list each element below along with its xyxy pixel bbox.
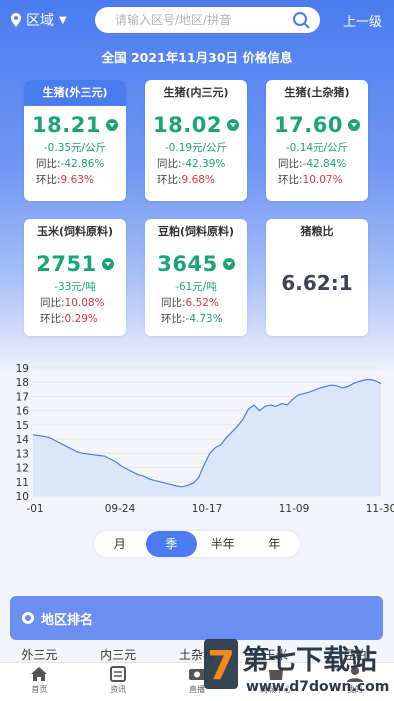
y-tick-label: 13: [16, 448, 29, 460]
search-box[interactable]: [95, 7, 320, 33]
card-change: -0.14元/公斤: [285, 142, 349, 154]
ranking-icon: [22, 612, 34, 624]
period-tabs: 月 季 半年 年: [94, 531, 300, 557]
tab-quarter[interactable]: 季: [145, 531, 197, 557]
card-mom: 环比:-4.73%: [161, 313, 223, 325]
card-mom: 环比:9.63%: [36, 174, 94, 186]
search-icon[interactable]: [292, 11, 310, 29]
card-mom: 环比:0.29%: [40, 313, 98, 325]
y-tick-label: 16: [16, 406, 30, 418]
y-tick-label: 11: [16, 477, 29, 489]
x-tick-label: 11-09: [279, 503, 310, 515]
page-title: 全国 2021年11月30日 价格信息: [101, 50, 293, 65]
watermark-badge: 7: [207, 643, 235, 689]
tab-month[interactable]: 月: [94, 531, 146, 557]
card-yoy: 同比:-42.86%: [36, 158, 105, 170]
x-tick-label: 09-24: [105, 503, 136, 515]
price-trend-chart: 10 11 12 13 14 15 16 17 18 19 -01 09-24 10-17 11-09 1…: [16, 363, 394, 515]
chart-y-axis: 10 11 12 13 14 15 16 17 18 19: [16, 363, 30, 503]
y-tick-label: 10: [16, 491, 29, 503]
card-title: 生猪(外三元): [24, 80, 126, 106]
price-card-pig-inner[interactable]: 生猪(内三元) 18.02 -0.19元/公斤 同比:-42.39% 环比:9.…: [145, 80, 247, 201]
home-icon: [31, 667, 48, 681]
card-change: -33元/吨: [54, 281, 96, 293]
card-change: -0.19元/公斤: [164, 142, 228, 154]
card-title: 豆粕(饲料原料): [157, 225, 235, 238]
pig-grain-ratio-value: 6.62:1: [281, 271, 353, 295]
y-tick-label: 17: [16, 391, 29, 403]
back-up-level-button[interactable]: 上一级: [343, 11, 382, 30]
tab-year[interactable]: 年: [249, 531, 301, 557]
card-price: 3645: [157, 252, 218, 276]
x-tick-label: -01: [26, 503, 43, 515]
news-icon: [110, 666, 127, 682]
card-mom: 环比:9.68%: [157, 174, 215, 186]
down-arrow-icon: [105, 119, 118, 131]
column-header[interactable]: 外三元: [0, 646, 78, 663]
price-card-pig-outer[interactable]: 生猪(外三元) 18.21 -0.35元/公斤 同比:-42.86% 环比:9.…: [24, 80, 126, 201]
x-tick-label: 10-17: [192, 503, 223, 515]
nav-label: 首页: [31, 685, 48, 694]
down-arrow-icon: [222, 258, 235, 270]
price-card-corn[interactable]: 玉米(饲料原料) 2751 -33元/吨 同比:10.08% 环比:0.29%: [24, 219, 126, 336]
nav-home[interactable]: 首页: [0, 663, 79, 701]
price-card-pig-local[interactable]: 生猪(土杂猪) 17.60 -0.14元/公斤 同比:-42.84% 环比:10…: [266, 80, 368, 201]
card-change: -61元/吨: [175, 281, 217, 293]
price-card-soymeal[interactable]: 豆粕(饲料原料) 3645 -61元/吨 同比:6.52% 环比:-4.73%: [145, 219, 247, 336]
y-tick-label: 12: [16, 463, 29, 475]
card-price: 2751: [36, 252, 97, 276]
chart-x-axis: -01 09-24 10-17 11-09 11-30: [26, 503, 394, 515]
ranking-title: 地区排名: [41, 612, 94, 628]
column-header[interactable]: 内三元: [79, 646, 157, 663]
y-tick-label: 14: [16, 434, 30, 446]
card-title: 生猪(土杂猪): [284, 86, 350, 99]
card-title: 生猪(内三元): [163, 86, 229, 99]
search-input[interactable]: [113, 12, 292, 28]
card-title: 玉米(饲料原料): [36, 225, 114, 238]
watermark-url: www.d7down.com: [246, 679, 389, 695]
nav-news[interactable]: 资讯: [79, 663, 158, 701]
x-tick-label: 11-30: [366, 503, 394, 515]
site-watermark: 7 第七下载站 www.d7down.com: [204, 639, 389, 695]
watermark-text: 第七下载站: [242, 644, 377, 676]
tab-half-year[interactable]: 半年: [197, 531, 249, 557]
card-change: -0.35元/公斤: [43, 142, 107, 154]
down-arrow-icon: [101, 258, 114, 270]
y-tick-label: 19: [16, 363, 29, 375]
card-price: 17.60: [274, 113, 343, 137]
card-price: 18.02: [153, 113, 222, 137]
card-price: 18.21: [32, 113, 101, 137]
card-title: 猪粮比: [300, 225, 334, 238]
down-arrow-icon: [226, 119, 239, 131]
y-tick-label: 18: [16, 377, 29, 389]
card-yoy: 同比:-42.39%: [157, 158, 226, 170]
ratio-card-pig-grain[interactable]: 猪粮比 6.62:1: [266, 219, 368, 336]
location-pin-icon: [11, 13, 21, 27]
card-yoy: 同比:10.08%: [40, 297, 105, 309]
down-arrow-icon: [347, 119, 360, 131]
card-mom: 环比:10.07%: [278, 174, 343, 186]
region-selector[interactable]: 区域 ▼: [10, 10, 67, 30]
card-yoy: 同比:6.52%: [161, 297, 219, 309]
card-yoy: 同比:-42.84%: [278, 158, 347, 170]
y-tick-label: 15: [16, 420, 29, 432]
nav-label: 资讯: [110, 685, 127, 694]
caret-down-icon: ▼: [59, 14, 67, 26]
region-label: 区域: [26, 13, 54, 29]
